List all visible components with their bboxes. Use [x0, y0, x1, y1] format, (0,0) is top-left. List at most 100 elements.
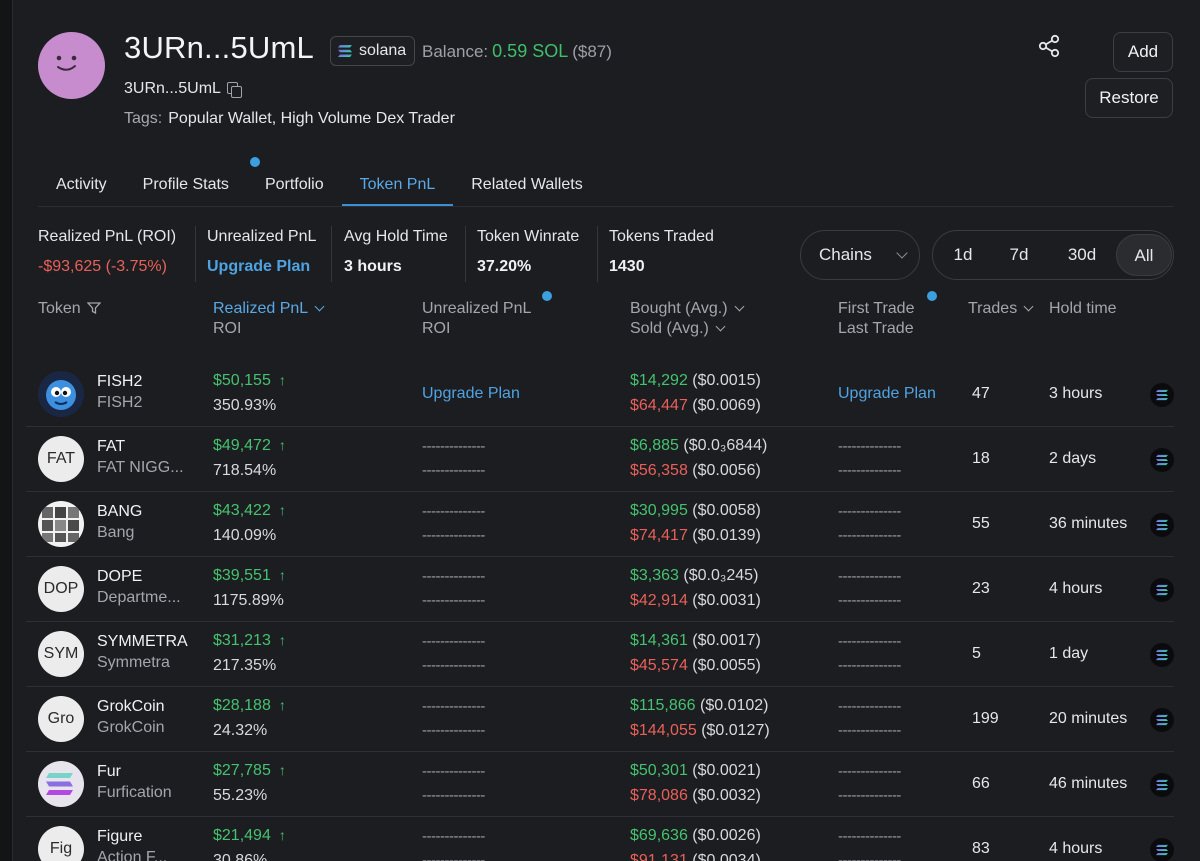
trades-count: 23	[972, 580, 990, 597]
col-bought-label: Bought (Avg.)	[630, 300, 728, 317]
period-7d[interactable]: 7d	[990, 234, 1048, 276]
unrealized-roi-placeholder: --------------	[422, 722, 485, 739]
roi: 718.54%	[213, 462, 277, 479]
token-name: FISH2	[97, 394, 143, 411]
solana-icon	[1150, 708, 1174, 732]
tab-related-wallets[interactable]: Related Wallets	[453, 164, 600, 206]
token-symbol[interactable]: Fur	[97, 763, 121, 781]
divider	[195, 226, 196, 282]
token-icon-text: Gro	[47, 710, 75, 727]
hold-time: 20 minutes	[1049, 710, 1128, 727]
stat-value: -$93,625 (-3.75%)	[38, 258, 167, 275]
col-roi: ROI	[213, 320, 242, 337]
col-token[interactable]: Token	[38, 300, 102, 318]
chevron-down-icon	[314, 301, 325, 312]
col-unrealized-roi: ROI	[422, 320, 451, 337]
bought-avg: ($0.0021)	[692, 762, 761, 779]
trades-count: 199	[972, 710, 999, 727]
solana-icon	[337, 44, 353, 58]
filter-icon[interactable]	[86, 301, 102, 315]
last-trade-placeholder: --------------	[838, 722, 901, 739]
token-name: Symmetra	[97, 654, 170, 671]
realized-pnl-value: $31,213	[213, 632, 271, 649]
info-dot	[542, 291, 552, 301]
period-all[interactable]: All	[1116, 234, 1172, 276]
chains-dropdown[interactable]: Chains	[800, 230, 920, 280]
token-icon-text: DOP	[43, 580, 79, 597]
last-trade-placeholder: --------------	[838, 657, 901, 674]
roi: 30.86%	[213, 852, 268, 861]
table-row[interactable]: BANG Bang $43,422 ↑ 140.09% -------------…	[26, 492, 1174, 557]
bought-avg: ($0.0015)	[692, 372, 761, 389]
col-trades[interactable]: Trades	[968, 300, 1034, 318]
token-name: GrokCoin	[97, 719, 165, 736]
bought-value: $30,995	[630, 502, 688, 519]
token-symbol[interactable]: SYMMETRA	[97, 633, 188, 651]
col-bought[interactable]: Bought (Avg.)	[630, 300, 744, 318]
sold: $45,574 ($0.0055)	[630, 657, 761, 675]
sold-value: $144,055	[630, 722, 697, 739]
sold-value: $74,417	[630, 527, 688, 544]
table-row[interactable]: Fig Figure Action F... $21,494 ↑ 30.86% -…	[26, 817, 1174, 861]
sold-avg: ($0.0034)	[692, 852, 761, 861]
token-symbol[interactable]: DOPE	[97, 568, 142, 586]
token-symbol[interactable]: FAT	[97, 438, 125, 456]
bought: $115,866 ($0.0102)	[630, 697, 769, 715]
stat-label: Avg Hold Time	[344, 228, 448, 245]
chains-label: Chains	[819, 245, 872, 264]
token-icon	[38, 501, 84, 547]
table-row[interactable]: Gro GrokCoin GrokCoin $28,188 ↑ 24.32% --…	[26, 687, 1174, 752]
col-sold[interactable]: Sold (Avg.)	[630, 320, 726, 338]
col-realized-pnl[interactable]: Realized PnL	[213, 300, 325, 318]
roi: 140.09%	[213, 527, 277, 544]
arrow-up-icon: ↑	[278, 632, 286, 648]
arrow-up-icon: ↑	[278, 372, 286, 388]
wallet-tags: Tags: Popular Wallet, High Volume Dex Tra…	[124, 110, 455, 128]
tab-activity[interactable]: Activity	[38, 164, 125, 206]
sold: $56,358 ($0.0056)	[630, 462, 761, 480]
token-icon: DOP	[38, 566, 84, 612]
table-row[interactable]: FAT FAT FAT NIGG... $49,472 ↑ 718.54% ---…	[26, 427, 1174, 492]
hold-time: 4 hours	[1049, 580, 1103, 597]
tabs-divider	[38, 206, 1174, 207]
first-trade-placeholder: --------------	[838, 828, 901, 845]
period-1d[interactable]: 1d	[936, 234, 990, 276]
last-trade-placeholder: --------------	[838, 527, 901, 544]
table-row[interactable]: FISH2 FISH2 $50,155 ↑ 350.93% Upgrade Pla…	[26, 362, 1174, 427]
unrealized-pnl-placeholder: --------------	[422, 698, 485, 715]
solana-icon	[1150, 773, 1174, 797]
first-trade-placeholder: --------------	[838, 438, 901, 455]
tab-profile-stats[interactable]: Profile Stats	[125, 164, 247, 206]
arrow-up-icon: ↑	[278, 502, 286, 518]
arrow-up-icon: ↑	[278, 697, 286, 713]
tab-token-pnl[interactable]: Token PnL	[341, 164, 454, 206]
token-symbol[interactable]: FISH2	[97, 373, 142, 391]
upgrade-plan-link[interactable]: Upgrade Plan	[422, 385, 520, 403]
period-30d[interactable]: 30d	[1048, 234, 1116, 276]
upgrade-plan-link[interactable]: Upgrade Plan	[207, 258, 316, 276]
balance: Balance: 0.59 SOL ($87)	[422, 41, 612, 62]
token-symbol[interactable]: GrokCoin	[97, 698, 165, 716]
chain-badge[interactable]: solana	[330, 36, 416, 66]
sold-avg: ($0.0139)	[692, 527, 761, 544]
copy-icon[interactable]	[226, 82, 242, 98]
add-button[interactable]: Add	[1113, 32, 1173, 72]
roi: 1175.89%	[213, 592, 284, 609]
table-row[interactable]: SYM SYMMETRA Symmetra $31,213 ↑ 217.35% -…	[26, 622, 1174, 687]
upgrade-plan-link[interactable]: Upgrade Plan	[838, 385, 936, 403]
token-symbol[interactable]: Figure	[97, 828, 142, 846]
tab-portfolio[interactable]: Portfolio	[247, 164, 342, 206]
table-row[interactable]: DOP DOPE Departme... $39,551 ↑ 1175.89% -…	[26, 557, 1174, 622]
share-icon[interactable]	[1036, 33, 1062, 59]
realized-pnl-value: $21,494	[213, 827, 271, 844]
unrealized-pnl-placeholder: --------------	[422, 438, 485, 455]
bought-value: $14,361	[630, 632, 688, 649]
restore-button[interactable]: Restore	[1085, 78, 1173, 118]
bought: $14,292 ($0.0015)	[630, 372, 761, 390]
wallet-title: 3URn...5UmL	[124, 30, 314, 65]
sold-value: $56,358	[630, 462, 688, 479]
unrealized-roi-placeholder: --------------	[422, 787, 485, 804]
realized-pnl: $28,188 ↑	[213, 697, 286, 715]
table-row[interactable]: Fur Furfication $27,785 ↑ 55.23% --------…	[26, 752, 1174, 817]
token-symbol[interactable]: BANG	[97, 503, 142, 521]
